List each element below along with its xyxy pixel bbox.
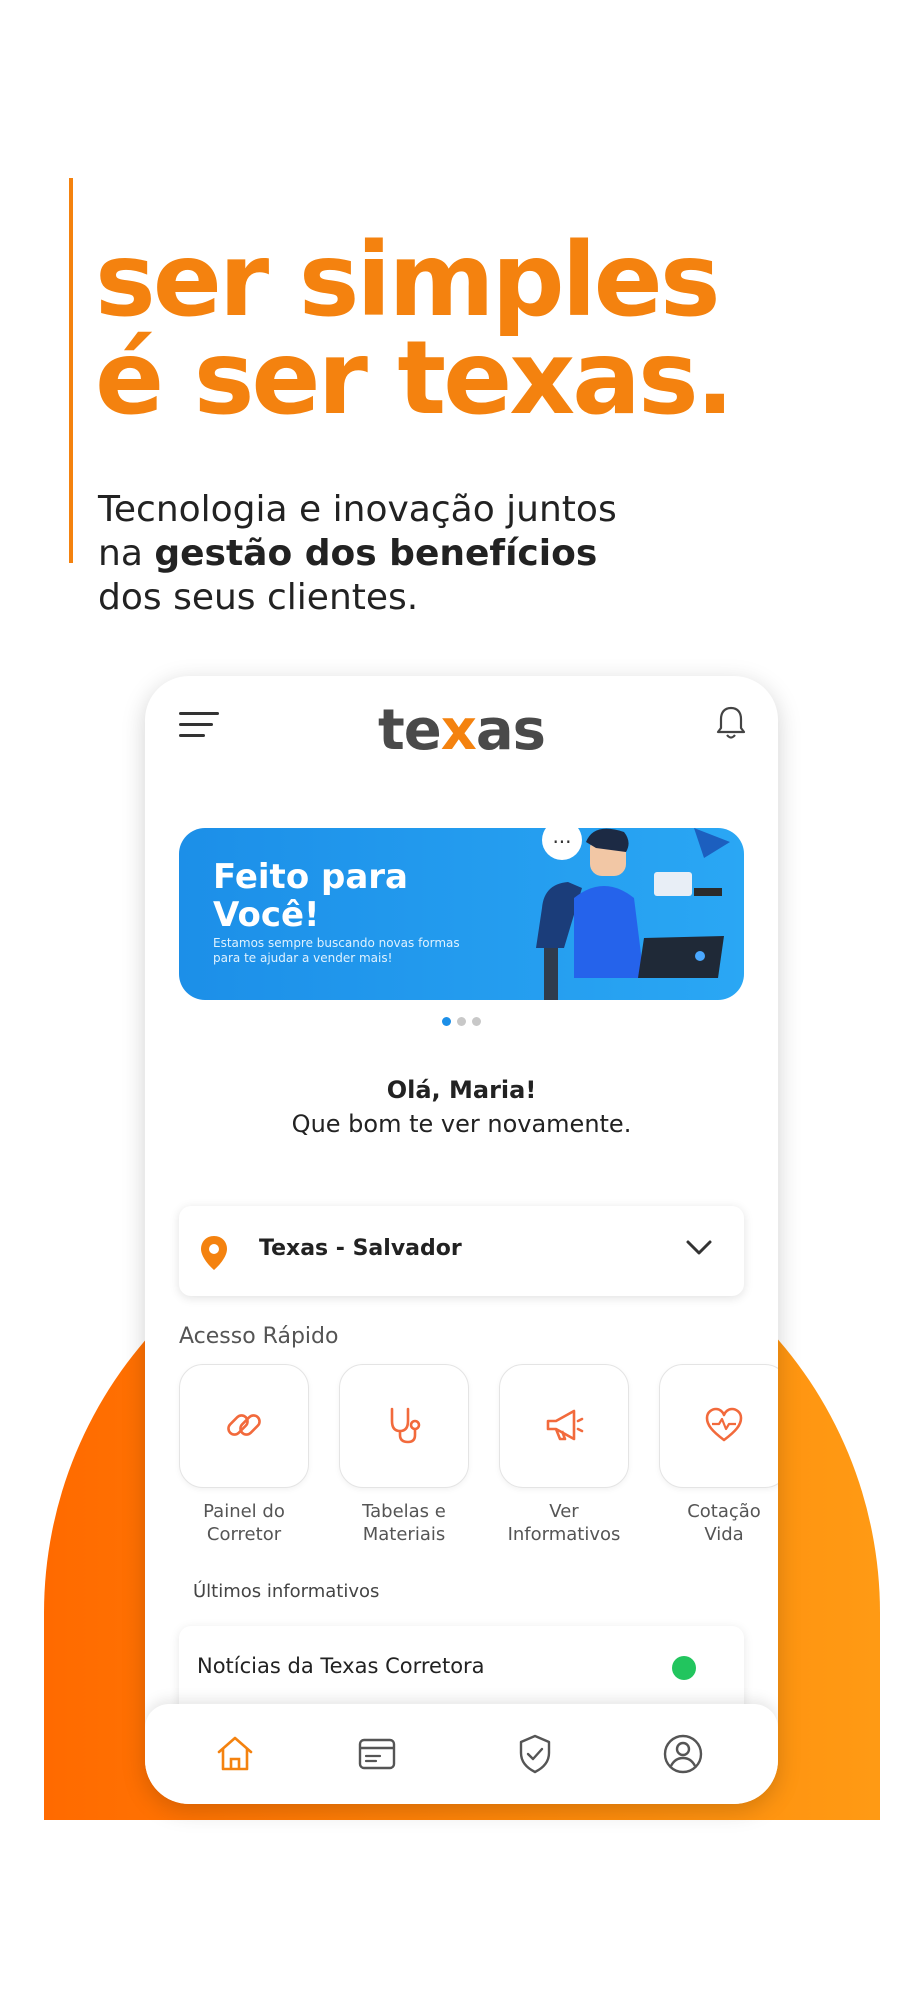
phone-mockup: texas Feito para Você! Estamos sempre bu…	[145, 676, 778, 1804]
bottom-tab-bar	[145, 1704, 778, 1804]
speech-bubble-text: ...	[552, 828, 571, 848]
profile-icon[interactable]	[661, 1732, 705, 1776]
shield-icon[interactable]	[513, 1732, 557, 1776]
location-label: Texas - Salvador	[259, 1236, 462, 1261]
carousel-dot[interactable]	[472, 1017, 481, 1026]
unread-status-dot	[672, 1656, 696, 1680]
carousel-dot-active[interactable]	[442, 1017, 451, 1026]
tile-label: Cotação Vida	[687, 1501, 761, 1545]
quick-access-tabelas[interactable]: Tabelas e Materiais	[339, 1364, 469, 1546]
greeting: Olá, Maria! Que bom te ver novamente.	[145, 1076, 778, 1138]
heart-pulse-icon	[705, 1407, 743, 1442]
app-header: texas	[145, 676, 778, 796]
location-selector[interactable]: Texas - Salvador	[179, 1206, 744, 1296]
quick-access-list: Painel do Corretor Tabelas e Materiais V…	[179, 1364, 778, 1554]
stethoscope-icon	[390, 1407, 421, 1444]
banner-title-line-1: Feito para	[213, 857, 409, 897]
tagline-line-1: Tecnologia e inovação juntos	[98, 489, 617, 530]
headline-line-1: ser simples	[95, 221, 721, 340]
megaphone-icon	[546, 1409, 584, 1441]
greeting-welcome: Que bom te ver novamente.	[291, 1110, 632, 1138]
tile-box[interactable]	[339, 1364, 469, 1488]
tagline-line-3: dos seus clientes.	[98, 577, 419, 618]
link-icon	[227, 1414, 261, 1436]
tagline-line-2-prefix: na	[98, 533, 155, 574]
tagline-line-2-bold: gestão dos benefícios	[154, 533, 598, 574]
banner-subtitle: Estamos sempre buscando novas formas par…	[213, 936, 460, 965]
tile-box[interactable]	[499, 1364, 629, 1488]
news-title: Notícias da Texas Corretora	[197, 1654, 485, 1678]
person-at-laptop-illustration: ...	[536, 828, 730, 1000]
card-icon[interactable]	[355, 1732, 399, 1776]
quick-access-cotacao[interactable]: Cotação Vida	[659, 1364, 778, 1546]
carousel-indicators	[145, 1011, 778, 1030]
carousel-dot[interactable]	[457, 1017, 466, 1026]
tile-label: Tabelas e Materiais	[362, 1501, 446, 1545]
headline-line-2: é ser texas.	[95, 319, 734, 438]
quick-access-title: Acesso Rápido	[179, 1324, 339, 1349]
tile-box[interactable]	[179, 1364, 309, 1488]
bell-icon[interactable]	[714, 704, 748, 742]
greeting-hello: Olá, Maria!	[386, 1076, 537, 1104]
banner-title-line-2: Você!	[213, 895, 320, 935]
tagline: Tecnologia e inovação juntos na gestão d…	[98, 488, 718, 620]
chevron-down-icon[interactable]	[684, 1238, 714, 1258]
texas-logo: texas	[378, 698, 546, 763]
latest-news-title: Últimos informativos	[193, 1581, 380, 1602]
location-pin-icon	[201, 1236, 227, 1270]
home-icon[interactable]	[213, 1732, 257, 1776]
quick-access-informativos[interactable]: Ver Informativos	[499, 1364, 629, 1546]
tile-label: Painel do Corretor	[203, 1501, 285, 1545]
banner-title: Feito para Você!	[213, 858, 408, 934]
accent-line	[69, 178, 73, 563]
quick-access-painel[interactable]: Painel do Corretor	[179, 1364, 309, 1546]
tile-label: Ver Informativos	[507, 1501, 621, 1545]
promo-banner[interactable]: Feito para Você! Estamos sempre buscando…	[179, 828, 744, 1000]
tile-box[interactable]	[659, 1364, 778, 1488]
headline: ser simples é ser texas.	[95, 221, 734, 438]
